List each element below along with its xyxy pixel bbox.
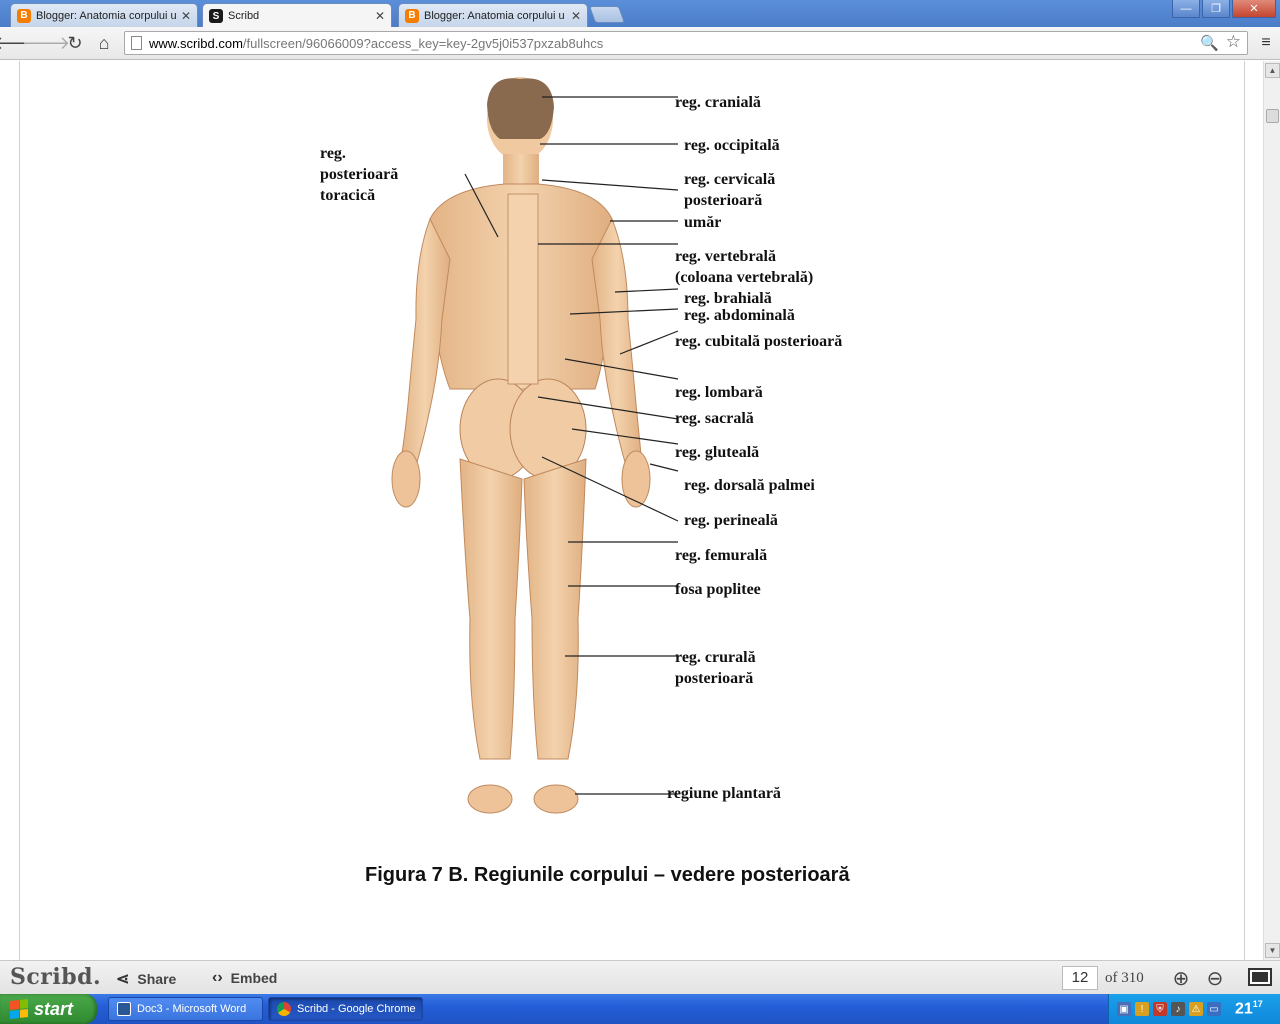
scroll-down-icon[interactable]: ▼ [1265,943,1280,958]
label-abdominal: reg. abdominală [684,307,795,324]
browser-toolbar: 🡐 🡒 ↻ ⌂ www.scribd.com/fullscreen/960660… [0,27,1280,60]
label-perineal: reg. perineală [684,512,778,529]
label-femural: reg. femurală [675,547,768,564]
scroll-up-icon[interactable]: ▲ [1265,63,1280,78]
label-vertebral: reg. vertebrală [675,248,776,265]
url-host: www.scribd.com [149,35,243,51]
label-toracic: reg. [320,145,346,162]
label-crural-2: posterioară [675,670,754,687]
word-icon [117,1002,131,1016]
code-icon: ‹› [212,969,223,986]
label-occipital: reg. occipitală [684,137,780,154]
minimize-button[interactable]: — [1172,0,1200,18]
zoom-icon[interactable]: 🔍 [1200,34,1219,52]
label-cervical: reg. cervicală [684,171,776,188]
page-total: of 310 [1105,970,1144,986]
scribd-logo[interactable]: Scribd. [10,964,101,990]
label-lombar: reg. lombară [675,384,763,401]
chrome-icon [277,1002,291,1016]
taskbar-item-word[interactable]: Doc3 - Microsoft Word [108,997,263,1021]
clock-minute: 17 [1252,999,1263,1010]
blogger-icon: B [405,8,419,23]
fullscreen-icon[interactable] [1248,968,1272,986]
volume-icon[interactable]: ♪ [1171,1002,1185,1016]
label-toracic-3: toracică [320,187,376,204]
page-icon [131,36,142,50]
screen: B Blogger: Anatomia corpului u ✕ S Scrib… [0,0,1280,1024]
alert-icon[interactable]: ⚠ [1189,1002,1203,1016]
tab-title: Blogger: Anatomia corpului u [36,9,177,22]
scrollbar-thumb[interactable] [1266,109,1279,123]
share-label: Share [137,971,177,987]
document-page: reg. cranială reg. occipitală reg. cervi… [19,61,1245,960]
label-dorsal-palm: reg. dorsală palmei [684,477,815,494]
page-number-input[interactable]: 12 [1062,966,1098,990]
close-icon[interactable]: ✕ [181,9,191,23]
warning-icon[interactable]: ! [1135,1002,1149,1016]
figure-caption: Figura 7 B. Regiunile corpului – vedere … [365,864,850,886]
blogger-icon: B [17,8,31,23]
start-button[interactable]: start [0,994,97,1024]
label-umar: umăr [684,214,722,231]
label-plantar: regiune plantară [667,785,781,802]
label-poplitee: fosa poplitee [675,581,761,598]
reload-icon[interactable]: ↻ [64,32,86,54]
zoom-out-icon[interactable]: ⊖ [1201,965,1229,991]
zoom-in-icon[interactable]: ⊕ [1167,965,1195,991]
share-icon: ⋖ [116,971,130,988]
restore-button[interactable]: ❐ [1202,0,1230,18]
address-bar[interactable]: www.scribd.com/fullscreen/96066009?acces… [124,31,1248,55]
close-icon[interactable]: ✕ [375,9,385,23]
task-label: Scribd - Google Chrome [297,1003,416,1015]
system-tray: ▣ ! ⛨ ♪ ⚠ ▭ 2117 [1108,994,1280,1024]
body-posterior-figure [391,77,679,814]
label-toracic-2: posterioară [320,166,399,183]
tab-title: Blogger: Anatomia corpului u [424,9,565,22]
shield-icon[interactable]: ⛨ [1153,1002,1167,1016]
tab-strip: B Blogger: Anatomia corpului u ✕ S Scrib… [0,0,1280,28]
url-path: /fullscreen/96066009?access_key=key-2gv5… [242,35,604,51]
star-icon[interactable]: ☆ [1226,32,1241,52]
new-tab-button[interactable] [588,6,626,23]
menu-icon[interactable]: ≡ [1256,33,1276,53]
close-icon[interactable]: ✕ [571,9,581,23]
document-viewport: reg. cranială reg. occipitală reg. cervi… [0,61,1263,960]
tab-title: Scribd [228,10,260,22]
label-cervical-2: posterioară [684,192,763,209]
scribd-toolbar: Scribd. ⋖ Share ‹› Embed 12 of 310 ⊕ ⊖ [0,960,1280,994]
embed-label: Embed [230,970,278,986]
network-icon[interactable]: ▣ [1117,1002,1131,1016]
clock-hour: 21 [1235,1000,1253,1018]
forward-icon[interactable]: 🡒 [22,32,70,54]
start-label: start [34,998,74,1019]
close-window-button[interactable]: ✕ [1232,0,1276,18]
tab-scribd[interactable]: S Scribd ✕ [202,3,392,28]
label-gluteal: reg. gluteală [675,444,760,461]
task-label: Doc3 - Microsoft Word [137,1003,247,1015]
windows-taskbar: start Doc3 - Microsoft Word Scribd - Goo… [0,994,1280,1024]
scribd-icon: S [209,9,223,23]
tab-blogger-2[interactable]: B Blogger: Anatomia corpului u ✕ [398,3,588,27]
windows-logo-icon [10,999,28,1019]
share-button[interactable]: ⋖ Share [116,969,176,989]
clock: 2117 [1235,999,1263,1018]
label-sacral: reg. sacrală [675,410,754,427]
taskbar-item-chrome[interactable]: Scribd - Google Chrome [268,997,423,1021]
label-crural: reg. crurală [675,649,756,666]
label-vertebral-2: (coloana vertebrală) [675,269,814,286]
window-controls: — ❐ ✕ [1172,0,1276,18]
label-cranial: reg. cranială [675,94,761,111]
tab-blogger-1[interactable]: B Blogger: Anatomia corpului u ✕ [10,3,198,27]
label-cubital: reg. cubitală posterioară [675,333,843,350]
home-icon[interactable]: ⌂ [93,32,115,54]
embed-button[interactable]: ‹› Embed [212,969,277,987]
vertical-scrollbar[interactable]: ▲ ▼ [1263,61,1280,960]
display-icon[interactable]: ▭ [1207,1002,1221,1016]
